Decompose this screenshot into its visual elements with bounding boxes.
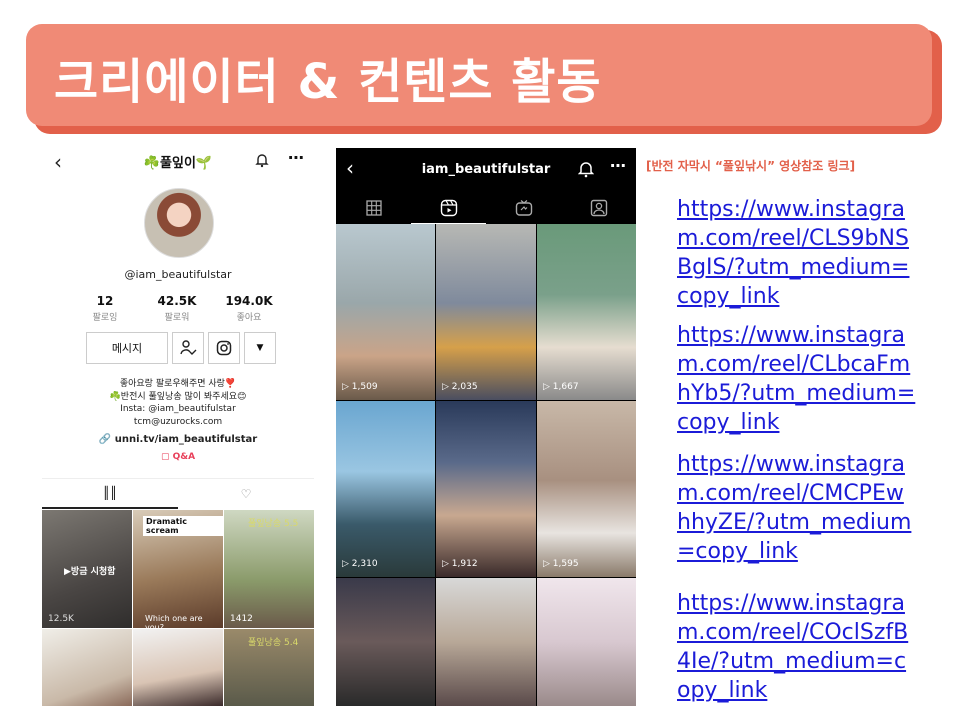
profile-display-name: ☘️풀잎이🌱 [143, 156, 213, 171]
video-caption: ▶방금 시청함 [64, 567, 116, 577]
profile-link[interactable]: 🔗 unni.tv/iam_beautifulstar [42, 434, 314, 445]
stat-followers[interactable]: 42.5K 팔로워 [142, 294, 212, 323]
reel-thumb[interactable] [336, 578, 435, 706]
profile-bio: 좋아요랑 팔로우해주면 사랑❣️ ☘️반전시 풀잎낭송 많이 봐주세요😊 Ins… [42, 378, 314, 428]
stat-value: 12 [96, 294, 114, 308]
slide-title: 크리에이터 & 컨텐츠 활동 [54, 54, 602, 110]
follow-user-button[interactable] [172, 332, 204, 364]
videos-grid-icon: ║║ [102, 486, 118, 500]
grid-icon [365, 200, 382, 216]
stat-label: 좋아요 [236, 313, 262, 323]
message-button[interactable]: 메시지 [86, 332, 168, 364]
stat-following[interactable]: 12 팔로잉 [70, 294, 140, 323]
stat-value: 42.5K [157, 294, 197, 308]
profile-link-text: unni.tv/iam_beautifulstar [114, 434, 258, 445]
bio-line: ☘️반전시 풀잎낭송 많이 봐주세요😊 [109, 391, 247, 402]
reel-link-4[interactable]: https://www.instagram.com/reel/COclSzfB4… [677, 589, 917, 705]
video-thumb[interactable] [133, 629, 223, 706]
video-thumb[interactable] [42, 629, 132, 706]
bio-line: tcm@uzurocks.com [133, 416, 223, 427]
reel-views: ▷ 1,912 [442, 559, 478, 569]
video-caption: 풀잎낭송 5.5 [248, 519, 299, 529]
reel-thumb[interactable]: ▷ 1,595 [537, 401, 636, 577]
video-caption: Dramatic scream [143, 516, 223, 536]
reel-views: ▷ 1,509 [342, 382, 378, 392]
reel-thumb[interactable]: ▷ 1,912 [436, 401, 536, 577]
video-views: 1412 [230, 614, 253, 624]
reel-views-value: 1,595 [552, 559, 579, 569]
reel-thumb[interactable] [537, 578, 636, 706]
profile-stats: 12 팔로잉 42.5K 팔로워 194.0K 좋아요 [70, 294, 286, 324]
video-subcaption: Which one are you? [145, 614, 203, 628]
video-thumb[interactable]: 풀잎낭송 5.5 1412 [224, 510, 314, 628]
links-header: [반전 자막시 “풀잎낚시” 영상참조 링크] [646, 159, 856, 173]
reel-thumb[interactable]: ▷ 2,310 [336, 401, 435, 577]
video-thumb[interactable]: ▶방금 시청함 12.5K [42, 510, 132, 628]
reel-thumb[interactable]: ▷ 1,509 [336, 224, 435, 400]
reel-views-value: 2,310 [351, 559, 378, 569]
more-icon[interactable]: ⋯ [288, 148, 304, 167]
reels-icon [440, 199, 457, 216]
video-caption: 풀잎낭송 5.4 [248, 638, 299, 648]
dropdown-button[interactable]: ▼ [244, 332, 276, 364]
reel-views: ▷ 1,595 [543, 559, 579, 569]
liked-icon: ♡ [240, 487, 252, 501]
bio-line: 좋아요랑 팔로우해주면 사랑❣️ [119, 379, 237, 389]
link-icon: 🔗 [98, 434, 115, 445]
igtv-icon [515, 200, 532, 216]
reel-views: ▷ 1,667 [543, 382, 579, 392]
tiktok-profile-screenshot: ‹ ☘️풀잎이🌱 ⋯ @iam_beautifulstar 12 팔로잉 42.… [42, 146, 314, 706]
reel-views: ▷ 2,310 [342, 559, 378, 569]
bell-icon[interactable] [254, 152, 270, 168]
reel-views-value: 1,509 [351, 382, 378, 392]
stat-value: 194.0K [225, 294, 273, 308]
stat-likes[interactable]: 194.0K 좋아요 [214, 294, 284, 323]
profile-topbar: ‹ ☘️풀잎이🌱 ⋯ [42, 146, 314, 178]
stat-label: 팔로잉 [92, 313, 118, 323]
qa-link[interactable]: ▢ Q&A [42, 452, 314, 462]
qa-label: Q&A [172, 452, 196, 462]
bell-icon[interactable] [578, 160, 594, 178]
instagram-button[interactable] [208, 332, 240, 364]
tagged-icon [590, 199, 607, 217]
video-grid: ▶방금 시청함 12.5K Dramatic scream Which one … [42, 510, 314, 706]
tab-tagged[interactable] [561, 192, 636, 224]
video-thumb[interactable]: Dramatic scream Which one are you? [133, 510, 223, 628]
reel-thumb[interactable]: ▷ 1,667 [537, 224, 636, 400]
reel-views-value: 1,667 [552, 382, 579, 392]
more-icon[interactable]: ⋯ [610, 156, 626, 175]
caret-down-icon: ▼ [256, 343, 264, 353]
user-check-icon [180, 340, 197, 355]
tab-videos[interactable]: ║║ [42, 479, 178, 509]
tab-reels[interactable] [411, 192, 486, 224]
tab-igtv[interactable] [486, 192, 561, 224]
instagram-tabs [336, 192, 636, 224]
reel-link-2[interactable]: https://www.instagram.com/reel/CLbcaFmhY… [677, 321, 917, 437]
reel-link-3[interactable]: https://www.instagram.com/reel/CMCPEwhhy… [677, 450, 917, 566]
reel-views-value: 2,035 [451, 382, 478, 392]
reel-link-1[interactable]: https://www.instagram.com/reel/CLS9bNSBg… [677, 195, 917, 311]
avatar[interactable] [144, 188, 214, 258]
reel-views: ▷ 2,035 [442, 382, 478, 392]
instagram-reels-screenshot: ‹ iam_beautifulstar ⋯ ▷ 1,509 ▷ 2,035 ▷ … [336, 148, 636, 706]
video-views: 12.5K [48, 614, 74, 624]
bio-line: Insta: @iam_beautifulstar [120, 404, 236, 414]
stat-label: 팔로워 [164, 313, 190, 323]
reel-thumb[interactable]: ▷ 2,035 [436, 224, 536, 400]
profile-tabs: ║║ ♡ [42, 478, 314, 509]
tab-grid[interactable] [336, 192, 411, 224]
reel-views-value: 1,912 [451, 559, 478, 569]
tab-liked[interactable]: ♡ [178, 479, 314, 509]
instagram-icon [216, 340, 232, 356]
reel-thumb[interactable] [436, 578, 536, 706]
video-thumb[interactable]: 풀잎낭송 5.4 [224, 629, 314, 706]
profile-handle: @iam_beautifulstar [124, 268, 232, 281]
qa-icon: ▢ [160, 452, 173, 462]
reels-grid: ▷ 1,509 ▷ 2,035 ▷ 1,667 ▷ 2,310 ▷ 1,912 … [336, 224, 636, 706]
